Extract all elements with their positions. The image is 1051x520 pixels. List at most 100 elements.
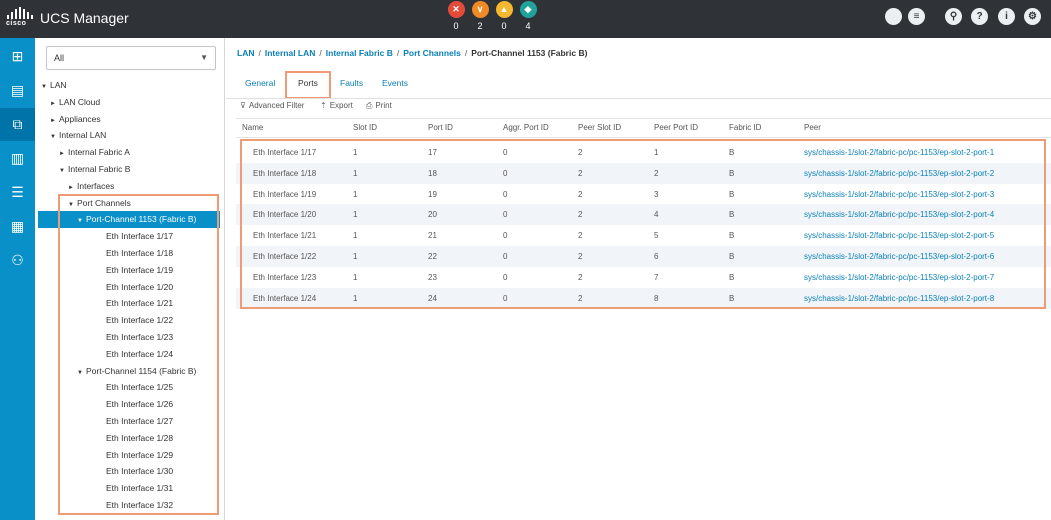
tree-node[interactable]: Eth Interface 1/30 [97, 463, 173, 480]
search-icon[interactable]: ⚲ [945, 8, 962, 25]
expand-arrow-icon[interactable]: ▼ [41, 79, 50, 96]
tree-node[interactable]: ► Internal Fabric A [59, 144, 130, 161]
table-row[interactable]: Eth Interface 1/22 1 22 0 2 6 Bsys/chassis-1/s… [236, 246, 1051, 267]
cell-peer[interactable]: sys/chassis-1/slot-2/fabric-pc/pc-1153/e… [804, 142, 994, 163]
cell-peer[interactable]: sys/chassis-1/slot-2/fabric-pc/pc-1153/e… [804, 204, 994, 225]
column-header-aggr-port-id[interactable]: Aggr. Port ID [503, 119, 549, 137]
tree-node[interactable]: Eth Interface 1/18 [97, 245, 173, 262]
tree-node[interactable]: Eth Interface 1/19 [97, 262, 173, 279]
column-header-peer-slot-id[interactable]: Peer Slot ID [578, 119, 621, 137]
expand-arrow-icon[interactable]: ▼ [50, 129, 59, 146]
tree-node[interactable]: Eth Interface 1/17 [97, 228, 173, 245]
breadcrumb-port-channels[interactable]: Port Channels [403, 48, 461, 58]
breadcrumb-internal-lan[interactable]: Internal LAN [265, 48, 316, 58]
cell-peer[interactable]: sys/chassis-1/slot-2/fabric-pc/pc-1153/e… [804, 184, 994, 205]
tree-node[interactable]: ► Appliances [50, 111, 101, 128]
storage-icon[interactable]: ☰ [0, 176, 35, 209]
settings-icon[interactable]: ⚙ [1024, 8, 1041, 25]
expand-arrow-icon[interactable]: ▼ [77, 213, 86, 230]
export-button[interactable]: ⇡ Export [320, 101, 353, 110]
cell-peer-slot-id: 2 [578, 168, 583, 178]
help-icon[interactable]: ? [971, 8, 988, 25]
table-row[interactable]: Eth Interface 1/18 1 18 0 2 2 Bsys/chassis-1/s… [236, 162, 1051, 184]
table-row[interactable]: Eth Interface 1/20 1 20 0 2 4 Bsys/chassis-1/s… [236, 204, 1051, 226]
san-icon[interactable]: ▥ [0, 142, 35, 175]
cell-peer[interactable]: sys/chassis-1/slot-2/fabric-pc/pc-1153/e… [804, 288, 994, 309]
tab-events[interactable]: Events [376, 72, 414, 98]
column-header-peer[interactable]: Peer [804, 119, 821, 137]
servers-icon[interactable]: ▤ [0, 74, 35, 107]
column-header-slot-id[interactable]: Slot ID [353, 119, 377, 137]
cell-peer-port-id: 3 [654, 189, 659, 199]
tree-node[interactable]: Eth Interface 1/23 [97, 329, 173, 346]
cell-peer[interactable]: sys/chassis-1/slot-2/fabric-pc/pc-1153/e… [804, 225, 994, 246]
expand-arrow-icon[interactable]: ▼ [59, 163, 68, 180]
cell-peer[interactable]: sys/chassis-1/slot-2/fabric-pc/pc-1153/e… [804, 267, 994, 288]
tree-node[interactable]: ► Interfaces [68, 178, 114, 195]
cell-peer-slot-id: 2 [578, 252, 583, 261]
info-icon[interactable]: i [998, 8, 1015, 25]
tab-divider [226, 98, 1051, 99]
tab-general[interactable]: General [239, 72, 281, 98]
tab-faults[interactable]: Faults [334, 72, 369, 98]
vm-icon[interactable]: ▦ [0, 210, 35, 243]
cell-peer[interactable]: sys/chassis-1/slot-2/fabric-pc/pc-1153/e… [804, 246, 994, 267]
cell-slot-id: 1 [353, 210, 358, 220]
circle-icon[interactable] [885, 8, 902, 25]
table-row[interactable]: Eth Interface 1/24 1 24 0 2 8 Bsys/chassis-1/s… [236, 287, 1051, 309]
tree-node[interactable]: Eth Interface 1/20 [97, 279, 173, 296]
tree-node[interactable]: ▼ LAN [41, 77, 67, 94]
table-header: Name Slot ID Port ID Aggr. Port ID Peer … [236, 118, 1051, 138]
advanced-filter-button[interactable]: ⊽ Advanced Filter [240, 101, 304, 110]
cell-slot-id: 1 [353, 252, 358, 261]
lan-icon[interactable]: ⧉ [0, 108, 35, 141]
column-header-peer-port-id[interactable]: Peer Port ID [654, 119, 698, 137]
tree-node[interactable]: ▼ Port-Channel 1153 (Fabric B) [38, 211, 220, 230]
menu-icon[interactable]: ≡ [908, 8, 925, 25]
tree-node[interactable]: Eth Interface 1/22 [97, 312, 173, 329]
tree-node[interactable]: ▼ Internal Fabric B [59, 161, 130, 178]
tree-node[interactable]: Eth Interface 1/21 [97, 295, 173, 312]
expand-arrow-icon[interactable]: ▼ [77, 365, 86, 382]
tree-node[interactable]: ▼ Internal LAN [50, 127, 106, 144]
tree-node[interactable]: ► LAN Cloud [50, 94, 100, 111]
tree-node[interactable]: Eth Interface 1/28 [97, 430, 173, 447]
export-icon: ⇡ [320, 101, 327, 110]
column-header-name[interactable]: Name [242, 119, 263, 137]
minor-faults[interactable]: ▲ 0 [495, 1, 513, 31]
breadcrumb-lan[interactable]: LAN [237, 48, 254, 58]
table-row[interactable]: Eth Interface 1/21 1 21 0 2 5 Bsys/chassis-1/s… [236, 225, 1051, 246]
table-row[interactable]: Eth Interface 1/17 1 17 0 2 1 Bsys/chassis-1/s… [236, 142, 1051, 163]
column-header-port-id[interactable]: Port ID [428, 119, 453, 137]
cell-fabric-id: B [729, 189, 735, 199]
critical-faults[interactable]: ✕ 0 [447, 1, 465, 31]
print-button[interactable]: ⎙ Print [366, 101, 392, 111]
admin-icon[interactable]: ⚇ [0, 244, 35, 277]
major-faults[interactable]: ∨ 2 [471, 1, 489, 31]
cell-peer[interactable]: sys/chassis-1/slot-2/fabric-pc/pc-1153/e… [804, 163, 994, 184]
equipment-icon[interactable]: ⊞ [0, 40, 35, 73]
table-row[interactable]: Eth Interface 1/23 1 23 0 2 7 Bsys/chassis-1/s… [236, 267, 1051, 288]
warning-faults[interactable]: ◆ 4 [519, 1, 537, 31]
tree-node[interactable]: Eth Interface 1/29 [97, 447, 173, 464]
tree-node[interactable]: ▼ Port-Channel 1154 (Fabric B) [77, 363, 196, 380]
tree-node-label: Port Channels [77, 197, 131, 208]
cell-port-id: 21 [428, 231, 437, 241]
tree-node[interactable]: Eth Interface 1/27 [97, 413, 173, 430]
tree-node[interactable]: Eth Interface 1/24 [97, 346, 173, 363]
tree-node-label: Internal Fabric A [68, 147, 130, 158]
tree-node-label: Port-Channel 1154 (Fabric B) [86, 365, 197, 376]
tree-node-label: Eth Interface 1/27 [106, 416, 174, 426]
tree-node[interactable]: Eth Interface 1/26 [97, 396, 173, 413]
tree-node[interactable]: Eth Interface 1/32 [97, 497, 173, 514]
navigation-filter-select[interactable]: All ▼ [46, 46, 216, 70]
tab-ports[interactable]: Ports [292, 72, 324, 98]
tree-node[interactable]: ▼ Port Channels [68, 195, 131, 212]
table-row[interactable]: Eth Interface 1/19 1 19 0 2 3 Bsys/chassis-1/s… [236, 184, 1051, 205]
breadcrumb-internal-fabric-b[interactable]: Internal Fabric B [326, 48, 393, 58]
tree-node[interactable]: Eth Interface 1/31 [97, 480, 173, 497]
tree-node[interactable]: Eth Interface 1/25 [97, 379, 173, 396]
cell-slot-id: 1 [353, 272, 358, 282]
cell-name: Eth Interface 1/24 [253, 293, 317, 303]
column-header-fabric-id[interactable]: Fabric ID [729, 119, 761, 137]
